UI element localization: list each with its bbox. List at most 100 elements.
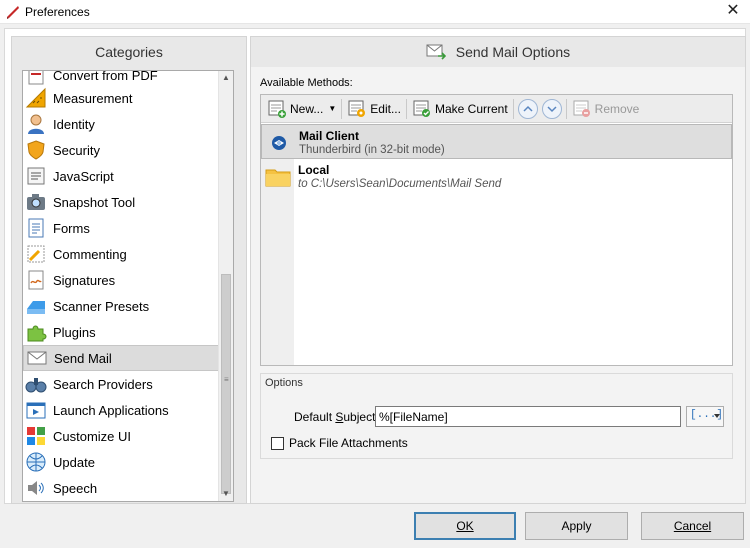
scroll-up-arrow-icon[interactable]: ▲ bbox=[219, 71, 233, 85]
category-label: Snapshot Tool bbox=[53, 194, 136, 210]
content-frame: Categories Convert from PDF Measurement … bbox=[4, 28, 746, 504]
grip-icon: ≡ bbox=[224, 375, 229, 384]
ok-button[interactable]: OK bbox=[414, 512, 516, 540]
category-label: Scanner Presets bbox=[53, 298, 150, 314]
methods-list: Mail Client Thunderbird (in 32-bit mode)… bbox=[261, 124, 732, 365]
make-current-label: Make Current bbox=[434, 101, 508, 116]
category-label: JavaScript bbox=[53, 168, 114, 184]
new-method-icon bbox=[268, 100, 286, 118]
scroll-down-arrow-icon[interactable]: ▼ bbox=[219, 487, 233, 501]
category-item-customize-ui[interactable]: Customize UI bbox=[23, 423, 228, 449]
move-up-button[interactable] bbox=[517, 98, 538, 119]
category-label: Update bbox=[53, 454, 95, 470]
remove-method-icon bbox=[573, 100, 590, 117]
move-down-button[interactable] bbox=[541, 98, 562, 119]
method-item-mail-client[interactable]: Mail Client Thunderbird (in 32-bit mode) bbox=[261, 124, 732, 159]
methods-toolbar: New... ▼ Edit... Make Current Remove bbox=[261, 95, 732, 123]
send-mail-icon bbox=[426, 44, 446, 60]
title-bar: Preferences ✕ bbox=[0, 0, 750, 24]
categories-header: Categories bbox=[95, 44, 163, 60]
cancel-label: Cancel bbox=[673, 519, 712, 533]
pack-file-attachments-label: Pack File Attachments bbox=[289, 436, 408, 450]
shield-icon bbox=[27, 140, 45, 160]
make-current-button[interactable]: Make Current bbox=[409, 97, 511, 121]
category-label: Measurement bbox=[53, 90, 133, 106]
ok-label: OK bbox=[456, 519, 474, 533]
methods-box: New... ▼ Edit... Make Current Remove Mai… bbox=[260, 94, 733, 366]
category-label: Convert from PDF bbox=[53, 70, 158, 83]
category-item-launch-applications[interactable]: Launch Applications bbox=[23, 397, 228, 423]
method-item-local[interactable]: Local to C:\Users\Sean\Documents\Mail Se… bbox=[261, 159, 732, 194]
category-label: Launch Applications bbox=[53, 402, 169, 418]
category-item-security[interactable]: Security bbox=[23, 137, 228, 163]
available-methods-label: Available Methods: bbox=[260, 77, 353, 89]
category-label: Search Providers bbox=[53, 376, 153, 392]
chevron-down-icon bbox=[547, 105, 557, 112]
category-item-javascript[interactable]: JavaScript bbox=[23, 163, 228, 189]
dropdown-arrow-icon: ▼ bbox=[328, 104, 337, 113]
puzzle-icon bbox=[27, 325, 47, 342]
camera-icon bbox=[27, 194, 45, 210]
thunderbird-icon bbox=[272, 136, 286, 150]
cancel-button[interactable]: Cancel bbox=[641, 512, 744, 540]
category-item-measurement[interactable]: Measurement bbox=[23, 85, 228, 111]
dialog-body: Categories Convert from PDF Measurement … bbox=[0, 24, 750, 548]
category-item-identity[interactable]: Identity bbox=[23, 111, 228, 137]
close-button[interactable]: ✕ bbox=[716, 0, 750, 24]
comment-icon bbox=[27, 245, 45, 263]
apply-label: Apply bbox=[561, 519, 592, 533]
category-label: Customize UI bbox=[53, 428, 132, 444]
scrollbar-thumb[interactable]: ≡ bbox=[221, 274, 231, 494]
method-subtitle: to C:\Users\Sean\Documents\Mail Send bbox=[298, 178, 502, 190]
category-label: Plugins bbox=[53, 324, 96, 340]
category-item-send-mail[interactable]: Send Mail bbox=[23, 345, 228, 371]
toolbar-separator bbox=[565, 98, 567, 119]
category-item-forms[interactable]: Forms bbox=[23, 215, 228, 241]
toolbar-separator bbox=[405, 98, 407, 119]
method-title: Local bbox=[298, 163, 330, 177]
category-item-search-providers[interactable]: Search Providers bbox=[23, 371, 228, 397]
make-current-icon bbox=[413, 100, 430, 117]
panel-title: Send Mail Options bbox=[455, 44, 571, 60]
category-item-update[interactable]: Update bbox=[23, 449, 228, 475]
category-label: Identity bbox=[53, 116, 95, 132]
new-button[interactable]: New... ▼ bbox=[264, 97, 339, 121]
scanner-icon bbox=[27, 301, 45, 314]
category-item-commenting[interactable]: Commenting bbox=[23, 241, 228, 267]
toolbar-separator bbox=[512, 98, 514, 119]
options-group: Options Default Subject: [...] Pack File… bbox=[260, 373, 733, 459]
default-subject-input[interactable] bbox=[375, 406, 681, 427]
convert-icon bbox=[28, 71, 44, 85]
person-icon bbox=[28, 114, 44, 134]
category-label: Signatures bbox=[53, 272, 116, 288]
remove-button[interactable]: Remove bbox=[569, 97, 643, 121]
category-item-signatures[interactable]: Signatures bbox=[23, 267, 228, 293]
launch-icon bbox=[26, 402, 46, 419]
category-label: Security bbox=[53, 142, 100, 158]
category-label: Send Mail bbox=[54, 350, 112, 366]
dropdown-arrow-icon bbox=[714, 414, 720, 418]
category-item-speech[interactable]: Speech bbox=[23, 475, 228, 501]
form-icon bbox=[28, 218, 44, 238]
category-item-snapshot-tool[interactable]: Snapshot Tool bbox=[23, 189, 228, 215]
category-label: Commenting bbox=[53, 246, 127, 262]
category-item-plugins[interactable]: Plugins bbox=[23, 319, 228, 345]
apply-button[interactable]: Apply bbox=[525, 512, 628, 540]
ruler-icon bbox=[25, 87, 46, 108]
categories-scrollbar[interactable]: ▲ ≡ ▼ bbox=[218, 71, 233, 501]
insert-macro-button[interactable]: [...] bbox=[686, 406, 724, 427]
category-item-scanner-presets[interactable]: Scanner Presets bbox=[23, 293, 228, 319]
signature-icon bbox=[28, 270, 44, 290]
toolbar-separator bbox=[341, 98, 343, 119]
category-label: Forms bbox=[53, 220, 90, 236]
new-label: New... bbox=[290, 101, 324, 116]
pack-file-attachments-checkbox[interactable] bbox=[271, 437, 284, 450]
send-mail-options-panel: Send Mail Options Available Methods: New… bbox=[250, 36, 746, 504]
categories-list[interactable]: Convert from PDF Measurement Identity Se… bbox=[22, 70, 234, 502]
speaker-icon bbox=[28, 481, 44, 495]
default-subject-label: Default Subject: bbox=[294, 410, 379, 424]
chevron-up-icon bbox=[523, 105, 533, 112]
script-icon bbox=[27, 167, 45, 185]
edit-method-icon bbox=[348, 100, 366, 117]
edit-button[interactable]: Edit... bbox=[344, 97, 404, 121]
